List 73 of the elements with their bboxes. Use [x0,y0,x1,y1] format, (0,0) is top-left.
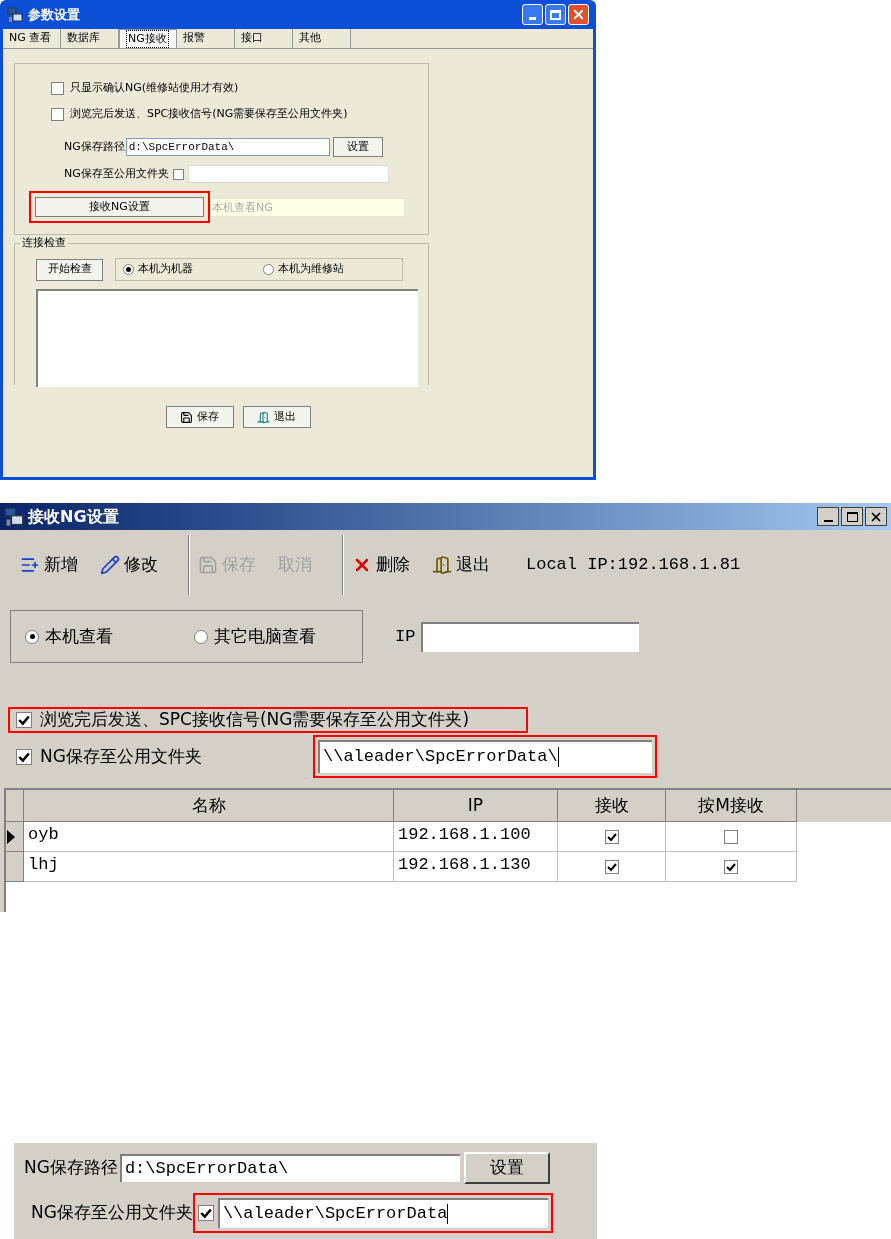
tab[interactable]: NG接收 [119,29,177,48]
start-check-button[interactable]: 开始检查 [36,258,103,281]
column-header[interactable]: 名称 [24,790,394,822]
set-button[interactable]: 设置 [332,137,383,157]
checkbox[interactable] [197,1205,214,1221]
column-header[interactable]: 按M接收 [666,790,797,822]
share-field[interactable] [187,165,389,183]
radio-button[interactable] [25,629,39,644]
tab[interactable]: NG 查看 [3,29,61,48]
tab[interactable]: 接口 [235,29,293,48]
table-cell: 192.168.1.130 [394,852,558,882]
checkbox[interactable] [172,168,184,180]
checkbox[interactable] [724,829,738,844]
ip-field[interactable] [421,621,640,652]
minimize-button[interactable] [817,507,839,526]
option-label: 只显示确认NG(维修站使用才有效) [70,80,239,97]
local-ip-label: Local IP:192.168.1.81 [526,554,741,577]
share-path-field[interactable]: \\aleader\SpcErrorData\ [318,740,652,773]
window-title: 参数设置 [28,5,80,24]
save-icon [180,410,193,424]
share-label: NG保存至公用文件夹 [64,165,169,182]
radio-label: 本机查看 [45,624,113,648]
path-field[interactable]: d:\SpcErrorData\ [125,138,330,156]
receive-settings-button[interactable]: 接收NG设置 [35,197,204,217]
option-label: 浏览完后发送、SPC接收信号(NG需要保存至公用文件夹) [40,708,470,732]
toolbar-button[interactable]: 修改 [100,552,158,578]
ip-label: IP [395,625,416,648]
radio-button[interactable] [262,264,274,275]
computer-icon [7,6,23,23]
maximize-button[interactable] [841,507,863,526]
list-add-icon [20,555,40,575]
toolbar-button[interactable]: 删除 [352,552,410,578]
option-label: NG保存至公用文件夹 [40,744,202,768]
checkbox[interactable] [16,712,32,728]
path-label: NG保存路径 [64,138,125,155]
set-button[interactable]: 设置 [463,1152,550,1184]
radio-label: 本机为机器 [138,261,193,278]
option-label: 浏览完后发送、SPC接收信号(NG需要保存至公用文件夹) [70,106,348,123]
exit-button[interactable]: 退出 [242,406,311,428]
edit-icon [100,555,120,575]
table-cell: lhj [24,852,394,882]
radio-button[interactable] [193,629,208,644]
window-title: 接收NG设置 [28,505,119,528]
checkbox[interactable] [16,748,32,765]
row-indicator[interactable] [6,822,24,852]
close-icon [571,7,586,22]
toolbar-button[interactable]: 新增 [20,552,78,578]
checkbox[interactable] [724,859,738,874]
exit-icon [432,555,452,575]
share-label: NG保存至公用文件夹 [31,1201,193,1225]
tab[interactable]: 其他 [293,29,351,48]
radio-button[interactable] [123,264,134,275]
checkbox[interactable] [51,82,64,95]
table-cell: oyb [24,822,394,852]
path-field[interactable]: d:\SpcErrorData\ [119,1154,460,1182]
computer-icon [4,506,24,527]
share-path-field[interactable]: \\aleader\SpcErrorData [217,1198,548,1228]
tab[interactable]: 报警 [177,29,235,48]
toolbar-button[interactable]: 退出 [432,552,490,578]
status-field: 本机查看NG [210,197,405,217]
save-icon [198,555,218,575]
table-cell: 192.168.1.100 [394,822,558,852]
path-label: NG保存路径 [24,1156,118,1180]
column-header[interactable]: 接收 [558,790,666,822]
checkbox[interactable] [51,108,64,121]
close-button[interactable] [865,507,887,526]
checkbox[interactable] [604,859,619,874]
column-header[interactable]: IP [394,790,558,822]
checkbox[interactable] [604,829,619,844]
radio-label: 其它电脑查看 [213,624,316,648]
radio-label: 本机为维修站 [277,261,344,278]
exit-icon [257,410,270,424]
save-button[interactable]: 保存 [165,406,234,428]
